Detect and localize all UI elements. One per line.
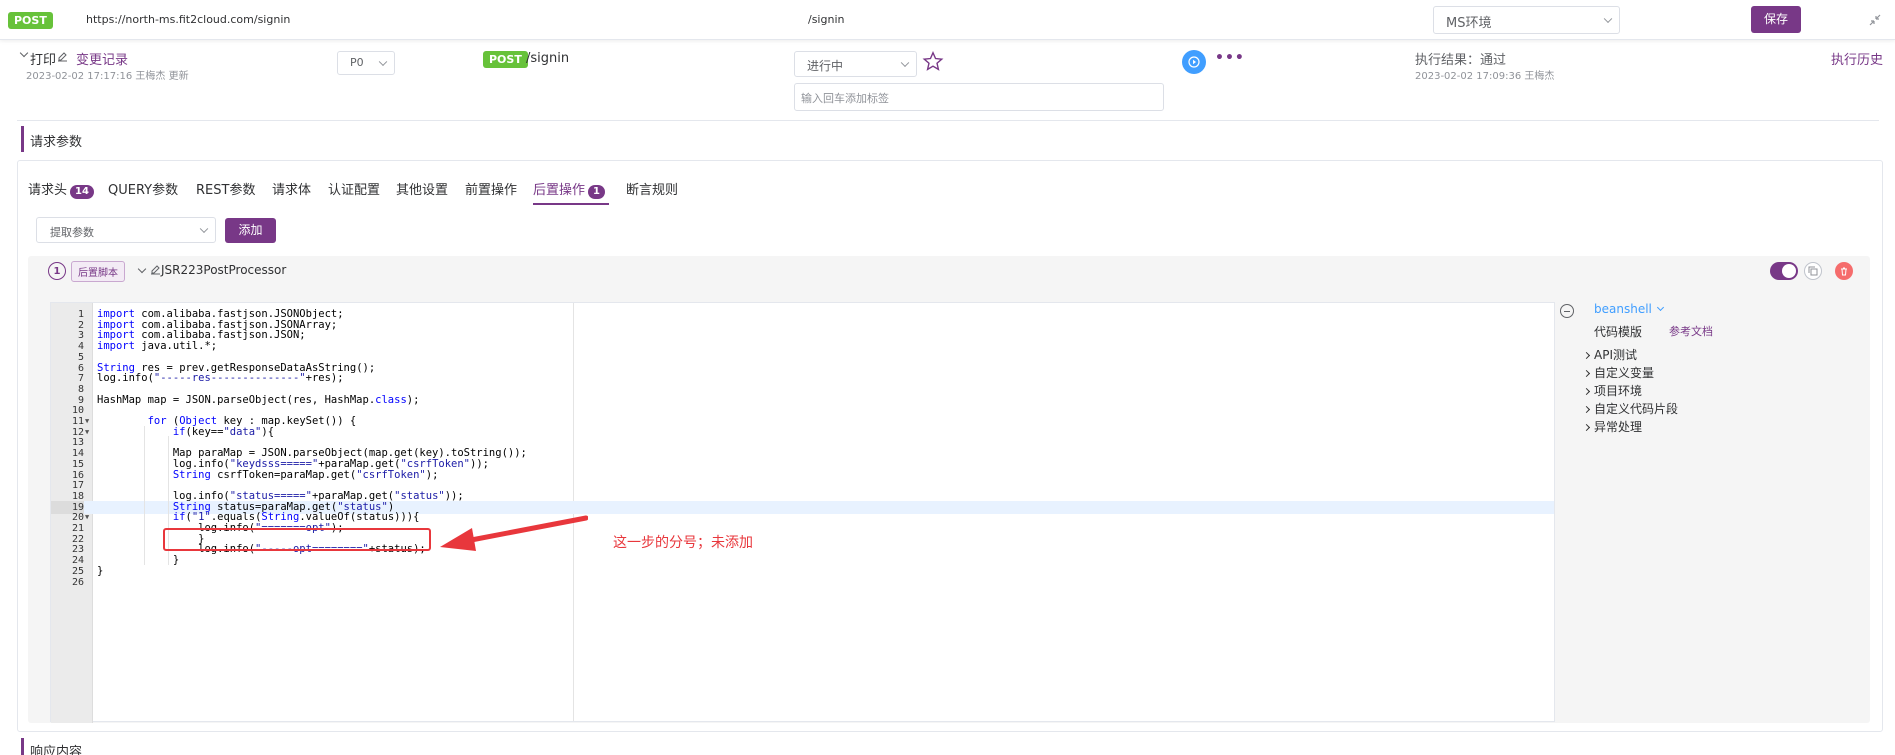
environment-value: MS环境 [1446, 16, 1492, 31]
tab-post[interactable]: 后置操作 1 [533, 179, 605, 199]
run-button[interactable] [1182, 50, 1206, 74]
exec-result: 执行结果：通过 [1415, 53, 1507, 68]
snippet-item-env[interactable]: 项目环境 [1582, 382, 1642, 399]
edit-icon[interactable] [57, 51, 68, 62]
delete-button[interactable] [1835, 262, 1853, 280]
case-name: 打印 [30, 53, 57, 68]
tab-headers[interactable]: 请求头 14 [28, 179, 94, 199]
tab-auth[interactable]: 认证配置 [328, 179, 380, 198]
chevron-down-icon [199, 224, 209, 234]
tag-input[interactable]: 输入回车添加标签 [794, 83, 1164, 111]
response-title: 响应内容 [30, 745, 83, 755]
annotation-arrow-icon [440, 515, 588, 551]
exec-time: 2023-02-02 17:09:36 王梅杰 [1415, 71, 1555, 82]
indent-guide [144, 425, 145, 565]
code-editor[interactable]: 1 import com.alibaba.fastjson.JSONObject;… [50, 302, 1555, 723]
edit-icon[interactable] [150, 264, 161, 275]
tab-rest[interactable]: REST参数 [196, 179, 255, 198]
response-section-bar [21, 738, 24, 755]
save-button[interactable]: 保存 [1751, 6, 1801, 33]
enable-toggle[interactable] [1770, 262, 1798, 280]
snippet-item-vars[interactable]: 自定义变量 [1582, 364, 1654, 381]
language-select[interactable]: beanshell [1594, 302, 1652, 316]
extract-placeholder: 提取参数 [50, 226, 94, 239]
chevron-down-icon [1603, 14, 1613, 24]
url-bar: POST https://north-ms.fit2cloud.com/sign… [0, 0, 1895, 40]
snippet-item-api[interactable]: API测试 [1582, 346, 1637, 363]
collapse-icon[interactable] [1869, 14, 1881, 26]
request-tabs: 请求头 14 QUERY参数 REST参数 请求体 认证配置 其他设置 前置操作 … [28, 179, 1828, 201]
section-bar [21, 126, 24, 152]
copy-icon [1808, 266, 1818, 276]
annotation-text: 这一步的分号；未添加 [613, 535, 753, 551]
path-label: /signin [808, 13, 845, 26]
chevron-down-icon [900, 58, 910, 68]
updated-info: 2023-02-02 17:17:16 王梅杰 更新 [26, 71, 189, 82]
star-icon[interactable] [922, 51, 944, 72]
active-tab-indicator [533, 203, 609, 205]
section-title: 请求参数 [30, 135, 83, 150]
processor-type-tag: 后置脚本 [71, 261, 125, 282]
processor-name: JSR223PostProcessor [161, 263, 287, 277]
case-path: /signin [526, 51, 570, 66]
extract-select[interactable]: 提取参数 [36, 217, 216, 243]
annotation-highlight-box [163, 528, 431, 551]
tab-pre[interactable]: 前置操作 [465, 179, 517, 198]
collapse-chevron-icon[interactable] [19, 48, 30, 60]
collapse-panel-icon[interactable] [1560, 304, 1574, 318]
priority-value: P0 [350, 56, 364, 69]
status-value: 进行中 [807, 59, 844, 73]
play-icon [1188, 56, 1200, 68]
snippet-item-custom[interactable]: 自定义代码片段 [1582, 400, 1678, 417]
tab-query[interactable]: QUERY参数 [108, 179, 178, 198]
divider [17, 120, 1879, 121]
tab-other[interactable]: 其他设置 [396, 179, 448, 198]
trash-icon [1841, 267, 1847, 276]
environment-select[interactable]: MS环境 [1433, 6, 1620, 34]
case-method-tag: POST [483, 51, 528, 68]
change-record-link[interactable]: 变更记录 [76, 49, 128, 68]
ref-doc-link[interactable]: 参考文档 [1669, 323, 1713, 339]
status-select[interactable]: 进行中 [794, 51, 917, 77]
add-button[interactable]: 添加 [225, 218, 276, 243]
code-line[interactable]: 26 [51, 576, 1554, 589]
exec-history-link[interactable]: 执行历史 [1831, 49, 1883, 68]
method-tag: POST [8, 12, 53, 29]
chevron-down-icon [378, 57, 388, 67]
copy-button[interactable] [1804, 262, 1822, 280]
more-icon[interactable]: ••• [1215, 50, 1245, 66]
tab-assert[interactable]: 断言规则 [626, 179, 678, 198]
processor-index: 1 [48, 262, 66, 280]
code-template-label: 代码模版 [1594, 325, 1643, 339]
priority-select[interactable]: P0 [337, 51, 395, 75]
line-number: 26 [71, 576, 84, 588]
tab-body[interactable]: 请求体 [272, 179, 311, 198]
snippet-item-exception[interactable]: 异常处理 [1582, 418, 1642, 435]
url-input[interactable]: https://north-ms.fit2cloud.com/signin [86, 13, 290, 26]
